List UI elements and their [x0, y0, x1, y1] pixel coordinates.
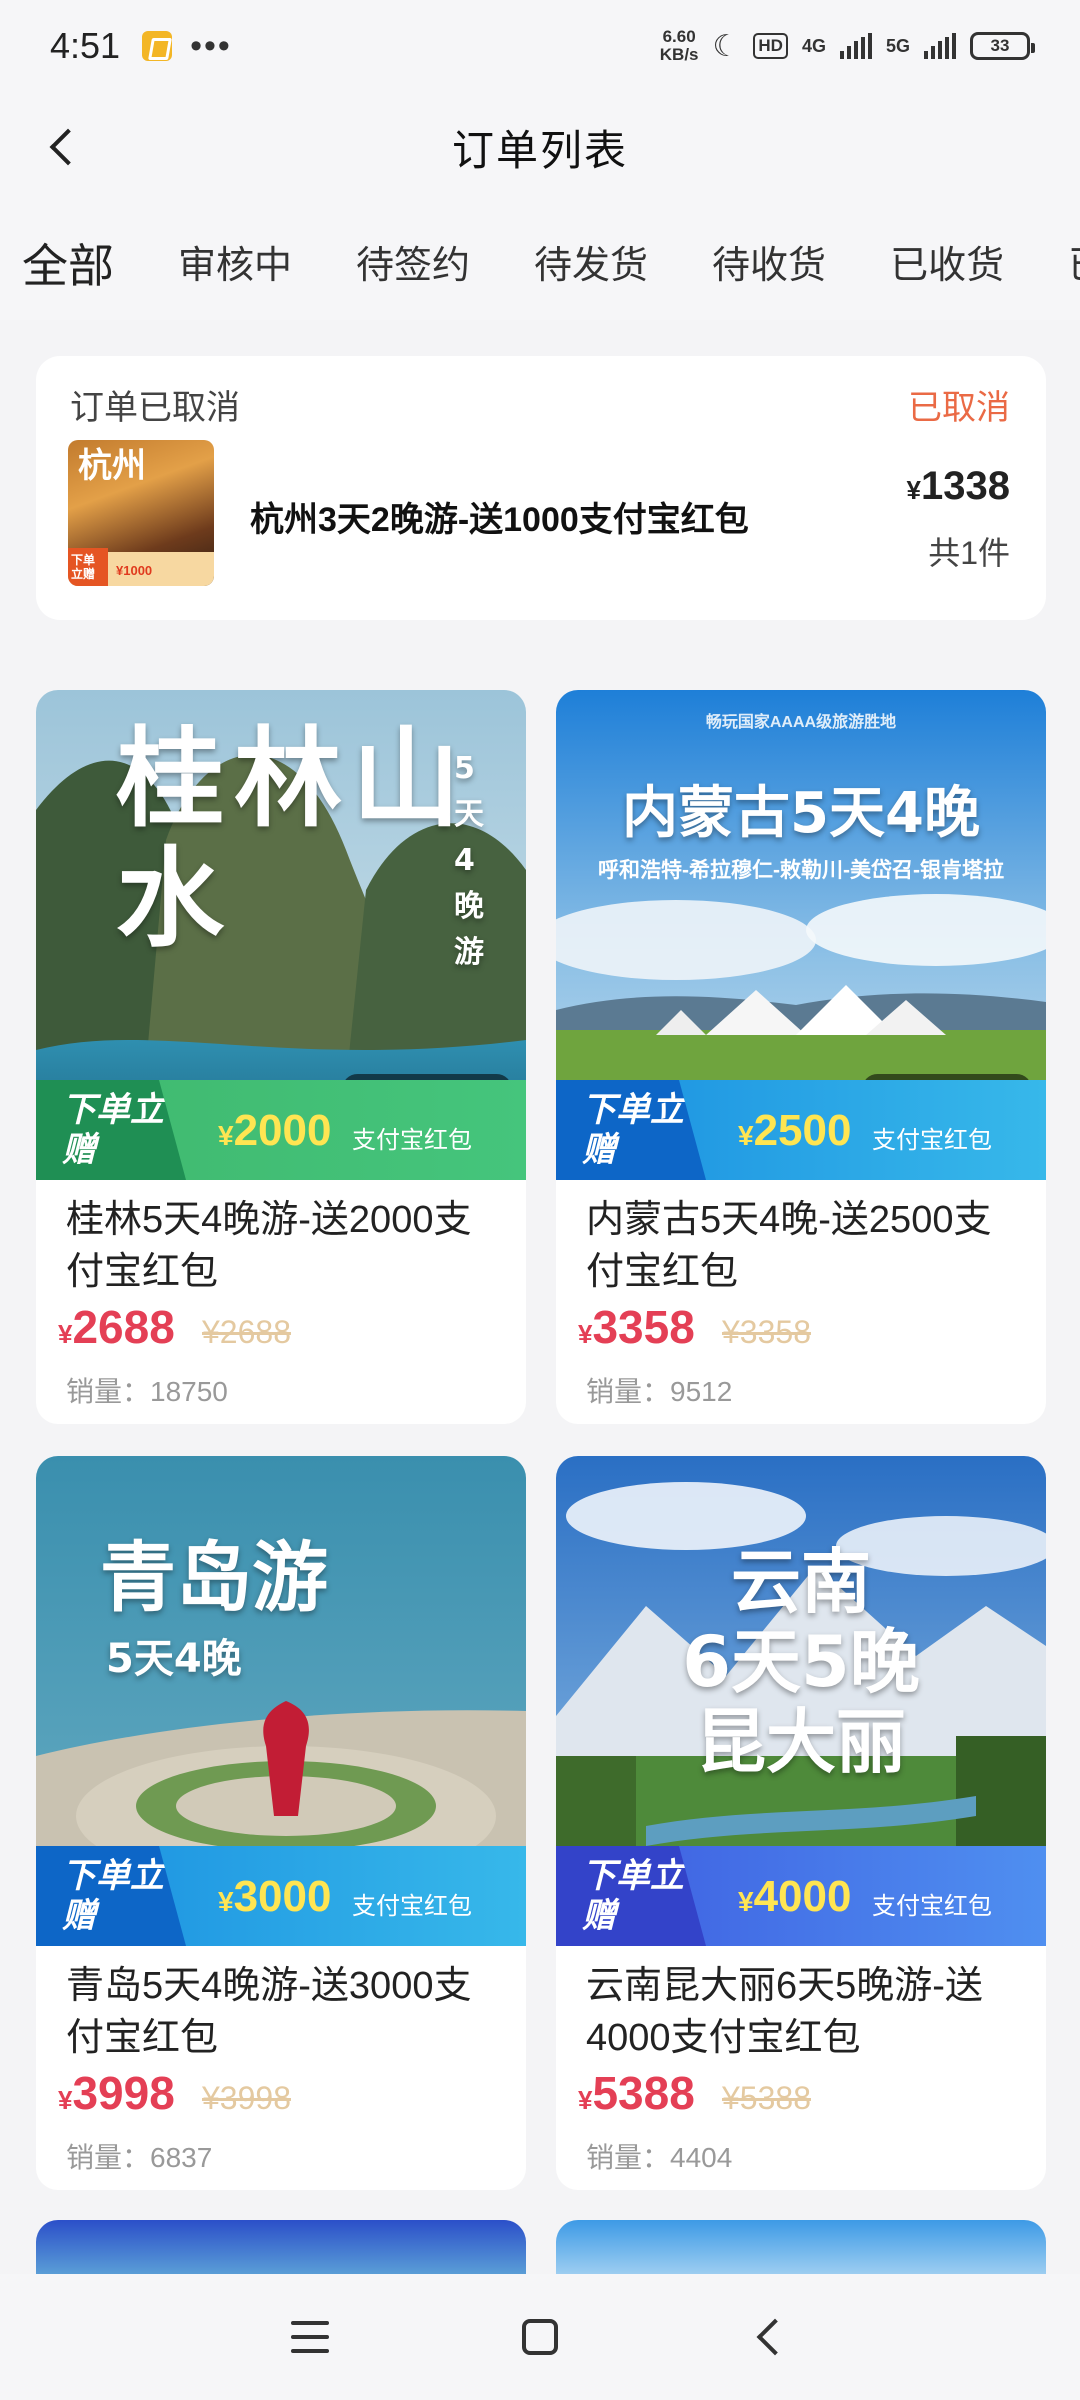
recent-apps-button[interactable]	[280, 2307, 340, 2367]
tab-all[interactable]: 全部	[22, 202, 114, 296]
product-original-price: ¥2688	[202, 1314, 291, 1350]
product-price: ¥3998	[58, 2067, 175, 2119]
product-original-price: ¥3998	[202, 2080, 291, 2116]
product-card-inner-mongolia[interactable]: 畅玩国家AAAA级旅游胜地 内蒙古5天4晚 呼和浩特-希拉穆仁-敕勒川-美岱召-…	[556, 690, 1046, 1424]
product-image: 桂林山水 5天4晚游 不支持七天无理由退货 下单立赠 ¥2000 支付宝红包	[36, 690, 526, 1180]
system-nav-bar	[0, 2274, 1080, 2400]
app-header: 订单列表	[0, 92, 1080, 202]
product-image: 青岛游 5天4晚 下单立赠 ¥3000 支付宝红包	[36, 1456, 526, 1946]
product-name: 桂林5天4晚游-送2000支付宝红包	[66, 1199, 472, 1293]
tab-more-cut-off[interactable]: 已	[1068, 202, 1080, 289]
signal-icon	[839, 33, 872, 59]
more-notifications-icon: •••	[190, 26, 232, 65]
home-icon	[522, 2319, 558, 2355]
order-product-name: 杭州3天2晚游-送1000支付宝红包	[250, 501, 749, 539]
hd-voice-icon: HD	[753, 33, 788, 59]
back-icon	[756, 2318, 794, 2356]
chevron-left-icon	[49, 128, 87, 166]
order-price: ¥1338	[906, 464, 1010, 508]
promo-banner: 下单立赠 ¥4000 支付宝红包	[556, 1846, 1046, 1946]
product-name: 青岛5天4晚游-送3000支付宝红包	[66, 1965, 472, 2059]
product-sales: 销量：4404	[586, 2142, 733, 2173]
network-speed: 6.60 KB/s	[659, 27, 699, 64]
product-original-price: ¥5388	[722, 2080, 811, 2116]
promo-banner: 下单立赠 ¥2000 支付宝红包	[36, 1080, 526, 1180]
product-image: 云南 6天5晚 昆大丽 下单立赠 ¥4000 支付宝红包	[556, 1456, 1046, 1946]
notification-app-icon	[142, 31, 173, 61]
product-name: 云南昆大丽6天5晚游-送4000支付宝红包	[586, 1965, 983, 2059]
product-sales: 销量：9512	[586, 1376, 733, 1407]
order-quantity: 共1件	[928, 535, 1010, 571]
product-price: ¥3358	[578, 1301, 695, 1353]
product-original-price: ¥3358	[722, 1314, 811, 1350]
do-not-disturb-icon: ☾	[712, 29, 740, 63]
product-name: 内蒙古5天4晚-送2500支付宝红包	[586, 1199, 992, 1293]
product-card-partial[interactable]	[556, 2220, 1046, 2280]
product-sales: 销量：18750	[66, 1376, 228, 1407]
signal-type-4g: 4G	[801, 35, 826, 56]
signal-type-5g: 5G	[885, 35, 910, 56]
order-status-text: 订单已取消	[70, 389, 240, 427]
signal-icon	[924, 33, 956, 59]
page-title: 订单列表	[451, 126, 628, 174]
status-time: 4:51	[50, 25, 121, 66]
tab-to-ship[interactable]: 待发货	[534, 202, 648, 289]
status-bar: 4:51 ••• 6.60 KB/s ☾ HD 4G 5G 33	[0, 0, 1080, 92]
product-price: ¥5388	[578, 2067, 695, 2119]
promo-banner: 下单立赠 ¥2500 支付宝红包	[556, 1080, 1046, 1180]
tab-to-receive[interactable]: 待收货	[712, 202, 826, 289]
product-card-yunnan[interactable]: 云南 6天5晚 昆大丽 下单立赠 ¥4000 支付宝红包 云南昆大丽6天5晚游-…	[556, 1456, 1046, 2190]
order-card[interactable]: 订单已取消 已取消 杭州 下单立赠 ¥1000 杭州3天2晚游-送1000支付宝…	[36, 356, 1046, 620]
tab-received[interactable]: 已收货	[890, 202, 1004, 289]
product-card-partial[interactable]	[36, 2220, 526, 2280]
menu-icon	[291, 2321, 329, 2353]
product-image: 畅玩国家AAAA级旅游胜地 内蒙古5天4晚 呼和浩特-希拉穆仁-敕勒川-美岱召-…	[556, 690, 1046, 1180]
order-thumbnail: 杭州 下单立赠 ¥1000	[68, 440, 214, 586]
tab-to-sign[interactable]: 待签约	[356, 202, 470, 289]
promo-banner: 下单立赠 ¥3000 支付宝红包	[36, 1846, 526, 1946]
product-card-qingdao[interactable]: 青岛游 5天4晚 下单立赠 ¥3000 支付宝红包 青岛5天4晚游-送3000支…	[36, 1456, 526, 2190]
tab-reviewing[interactable]: 审核中	[178, 202, 292, 289]
product-price: ¥2688	[58, 1301, 175, 1353]
product-sales: 销量：6837	[66, 2142, 213, 2173]
back-button[interactable]	[30, 114, 96, 180]
battery-icon: 33	[970, 32, 1035, 60]
order-tabs: 全部 审核中 待签约 待发货 待收货 已收货 已	[0, 202, 1080, 320]
status-icons: 6.60 KB/s ☾ HD 4G 5G 33	[659, 27, 1035, 64]
system-back-button[interactable]	[740, 2307, 800, 2367]
home-button[interactable]	[510, 2307, 570, 2367]
product-card-guilin[interactable]: 桂林山水 5天4晚游 不支持七天无理由退货 下单立赠 ¥2000 支付宝红包 桂…	[36, 690, 526, 1424]
order-status-badge: 已取消	[908, 389, 1010, 427]
